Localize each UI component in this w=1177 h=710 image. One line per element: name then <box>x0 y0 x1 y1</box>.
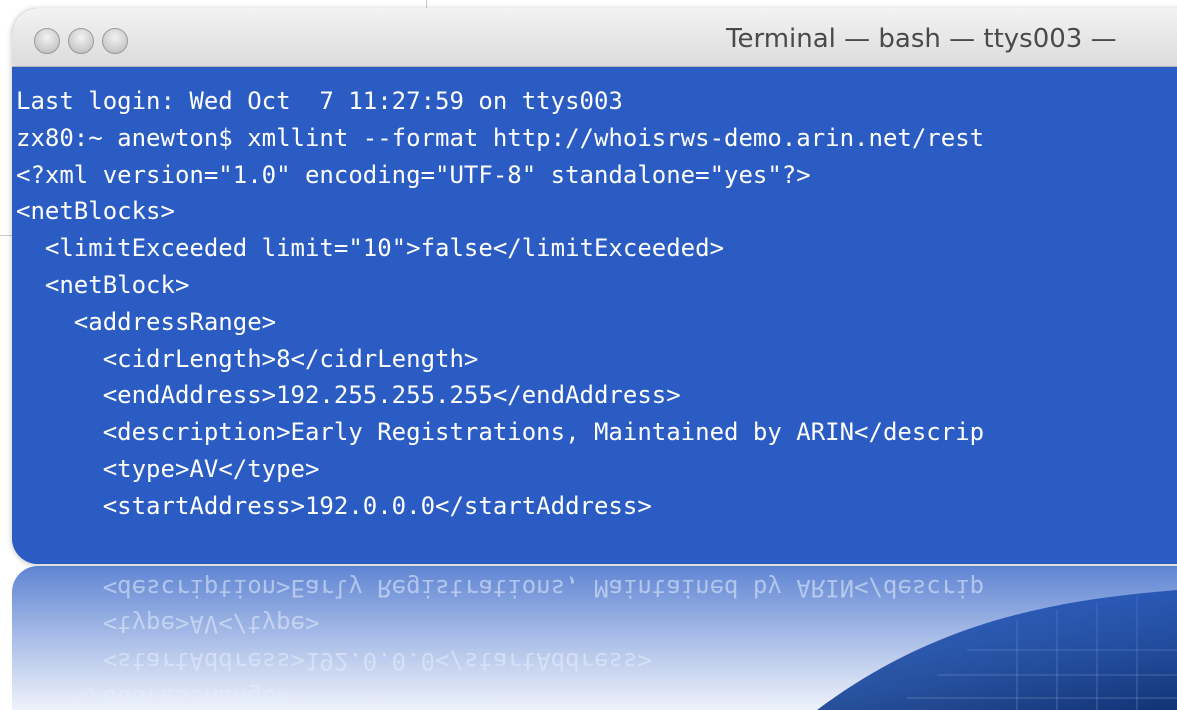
window-reflection: </addressRange> <startAddress>192.0.0.0<… <box>12 566 1177 710</box>
window-titlebar[interactable]: Terminal — bash — ttys003 — <box>12 8 1177 67</box>
window-controls <box>34 28 128 54</box>
terminal-line: <?xml version="1.0" encoding="UTF-8" sta… <box>16 160 811 189</box>
terminal-line: <netBlocks> <box>16 197 175 226</box>
reflection-line: <type>AV</type> <box>16 610 320 639</box>
reflection-line: <description>Early Registrations, Mainta… <box>16 573 985 602</box>
terminal-line: <startAddress>192.0.0.0</startAddress> <box>16 491 652 520</box>
terminal-line: <description>Early Registrations, Mainta… <box>16 418 985 447</box>
terminal-window: Terminal — bash — ttys003 — Last login: … <box>12 8 1177 564</box>
terminal-line: <cidrLength>8</cidrLength> <box>16 344 479 373</box>
window-title: Terminal — bash — ttys003 — <box>726 24 1117 54</box>
terminal-line: <addressRange> <box>16 307 277 336</box>
reflection-content: </addressRange> <startAddress>192.0.0.0<… <box>12 569 1177 710</box>
terminal-line: <netBlock> <box>16 270 190 299</box>
minimize-window-icon[interactable] <box>68 28 94 54</box>
zoom-window-icon[interactable] <box>102 28 128 54</box>
terminal-line: <type>AV</type> <box>16 454 320 483</box>
terminal-line: <endAddress>192.255.255.255</endAddress> <box>16 381 681 410</box>
terminal-output[interactable]: Last login: Wed Oct 7 11:27:59 on ttys00… <box>12 67 1177 564</box>
terminal-line: <limitExceeded limit="10">false</limitEx… <box>16 234 725 263</box>
reflection-line: <startAddress>192.0.0.0</startAddress> <box>16 647 652 676</box>
reflection-line: </addressRange> <box>16 684 291 710</box>
screenshot-stage: Terminal — bash — ttys003 — Last login: … <box>0 0 1177 710</box>
terminal-line: Last login: Wed Oct 7 11:27:59 on ttys00… <box>16 87 623 115</box>
close-window-icon[interactable] <box>34 28 60 54</box>
terminal-line: zx80:~ anewton$ xmllint --format http://… <box>16 123 985 152</box>
